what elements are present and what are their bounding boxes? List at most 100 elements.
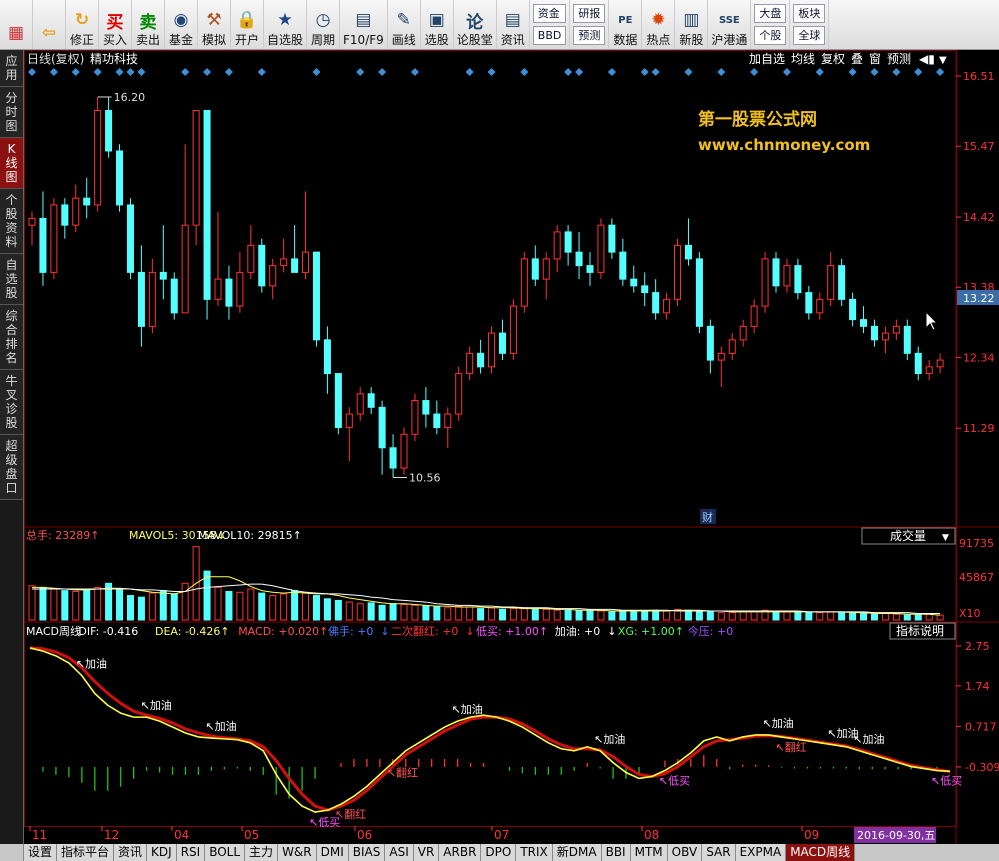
candle-body[interactable]: [674, 244, 682, 300]
candle-body[interactable]: [192, 109, 200, 226]
hk-icon-button[interactable]: SSE 沪港通: [708, 0, 752, 49]
indicator-tab[interactable]: 设置: [24, 844, 58, 861]
event-marker[interactable]: [71, 68, 80, 76]
event-marker[interactable]: [126, 68, 135, 76]
volume-bar[interactable]: [816, 612, 824, 621]
indicator-tab[interactable]: KDJ: [147, 844, 177, 861]
candle-body[interactable]: [542, 258, 550, 280]
f10-icon-button[interactable]: ▤ F10/F9: [340, 0, 388, 49]
volume-bar[interactable]: [411, 604, 419, 621]
event-marker[interactable]: [181, 68, 190, 76]
small-button[interactable]: 预测: [573, 26, 606, 46]
volume-bar[interactable]: [148, 592, 156, 621]
event-marker[interactable]: [782, 68, 791, 76]
event-marker[interactable]: [564, 68, 573, 76]
sidebar-item[interactable]: 自选股: [0, 254, 23, 305]
candle-body[interactable]: [345, 413, 353, 429]
volume-bar[interactable]: [367, 602, 375, 621]
candle-body[interactable]: [717, 352, 725, 361]
hot-icon-button[interactable]: ✹ 热点: [642, 0, 676, 49]
volume-bar[interactable]: [302, 591, 310, 621]
chart-canvas[interactable]: 日线(复权) 精功科技 加自选 均线 复权叠窗预测 ◀▮ ▼ 16.51 15.47 14.42 1…: [24, 50, 999, 844]
small-button[interactable]: 大盘: [754, 3, 787, 23]
chart-action-4[interactable]: 窗: [869, 52, 881, 66]
candle-body[interactable]: [323, 339, 331, 375]
volume-bar[interactable]: [137, 596, 145, 621]
event-marker[interactable]: [487, 68, 496, 76]
candle-body[interactable]: [772, 258, 780, 287]
volume-bar[interactable]: [717, 612, 725, 621]
candle-body[interactable]: [181, 224, 189, 314]
volume-bar[interactable]: [225, 590, 233, 621]
candle-body[interactable]: [509, 305, 517, 354]
candle-body[interactable]: [903, 325, 911, 354]
volume-bar[interactable]: [312, 595, 320, 621]
volume-bar[interactable]: [936, 614, 944, 621]
newstock-icon-button[interactable]: ▥ 新股: [675, 0, 709, 49]
candle-body[interactable]: [203, 109, 211, 300]
candle-body[interactable]: [586, 265, 594, 273]
candle-body[interactable]: [881, 332, 889, 341]
event-marker[interactable]: [224, 68, 233, 76]
candle-body[interactable]: [94, 109, 102, 206]
volume-bar[interactable]: [422, 605, 430, 621]
candle-body[interactable]: [312, 251, 320, 341]
sidebar-item[interactable]: 分时图: [0, 87, 23, 138]
volume-bar[interactable]: [739, 611, 747, 621]
volume-bar[interactable]: [356, 603, 364, 621]
candle-body[interactable]: [466, 352, 474, 375]
candle-body[interactable]: [444, 413, 452, 429]
fund-icon-button[interactable]: ◉ 基金: [165, 0, 198, 49]
small-button[interactable]: 研报: [573, 3, 606, 23]
candle-body[interactable]: [630, 278, 638, 287]
lock-icon-button[interactable]: 🔒 开户: [231, 0, 264, 49]
candle-body[interactable]: [400, 433, 408, 469]
candle-body[interactable]: [433, 413, 441, 429]
pe-icon-button[interactable]: PE 数据: [609, 0, 643, 49]
volume-bar[interactable]: [83, 589, 91, 621]
candle-body[interactable]: [83, 197, 91, 206]
candle-body[interactable]: [148, 271, 156, 327]
sidebar-item[interactable]: 应用: [0, 50, 23, 87]
candle-body[interactable]: [695, 258, 703, 327]
volume-bar[interactable]: [116, 588, 124, 621]
candle-body[interactable]: [816, 298, 824, 314]
event-marker[interactable]: [914, 68, 923, 76]
indicator-tab[interactable]: TRIX: [516, 844, 553, 861]
candle-body[interactable]: [827, 265, 835, 300]
candle-body[interactable]: [356, 393, 364, 415]
volume-bar[interactable]: [466, 606, 474, 621]
candle-body[interactable]: [455, 373, 463, 415]
candle-body[interactable]: [619, 251, 627, 280]
sidebar-item[interactable]: 综合排名: [0, 305, 23, 370]
chart-action-5[interactable]: 预测: [887, 52, 911, 66]
candle-body[interactable]: [291, 258, 299, 273]
candle-body[interactable]: [575, 251, 583, 267]
star-window-icon-button[interactable]: ★ 自选股: [264, 0, 308, 49]
candle-body[interactable]: [367, 393, 375, 408]
candle-body[interactable]: [849, 298, 857, 321]
volume-bar[interactable]: [772, 610, 780, 621]
chart-action-2[interactable]: 复权: [821, 52, 845, 66]
candle-body[interactable]: [137, 271, 145, 327]
candle-body[interactable]: [870, 325, 878, 341]
candle-body[interactable]: [520, 258, 528, 307]
indicator-tab[interactable]: SAR: [702, 844, 736, 861]
volume-bar[interactable]: [695, 611, 703, 621]
candle-body[interactable]: [706, 325, 714, 361]
forum-icon-button[interactable]: 论论股堂: [454, 0, 497, 49]
sidebar-item[interactable]: 超级盘口: [0, 435, 23, 500]
volume-bar[interactable]: [400, 604, 408, 621]
clock-icon-button[interactable]: ◷ 周期: [307, 0, 341, 49]
candle-body[interactable]: [838, 265, 846, 300]
screen-icon-button[interactable]: ▣ 选股: [421, 0, 454, 49]
candle-body[interactable]: [105, 109, 113, 152]
candle-body[interactable]: [61, 204, 69, 226]
volume-bar[interactable]: [827, 611, 835, 621]
candle-body[interactable]: [411, 400, 419, 435]
event-marker[interactable]: [378, 68, 387, 76]
candle-body[interactable]: [750, 305, 758, 327]
buy-icon-button[interactable]: 买买入: [99, 0, 132, 49]
indicator-tab[interactable]: DPO: [481, 844, 517, 861]
candle-body[interactable]: [553, 231, 561, 260]
